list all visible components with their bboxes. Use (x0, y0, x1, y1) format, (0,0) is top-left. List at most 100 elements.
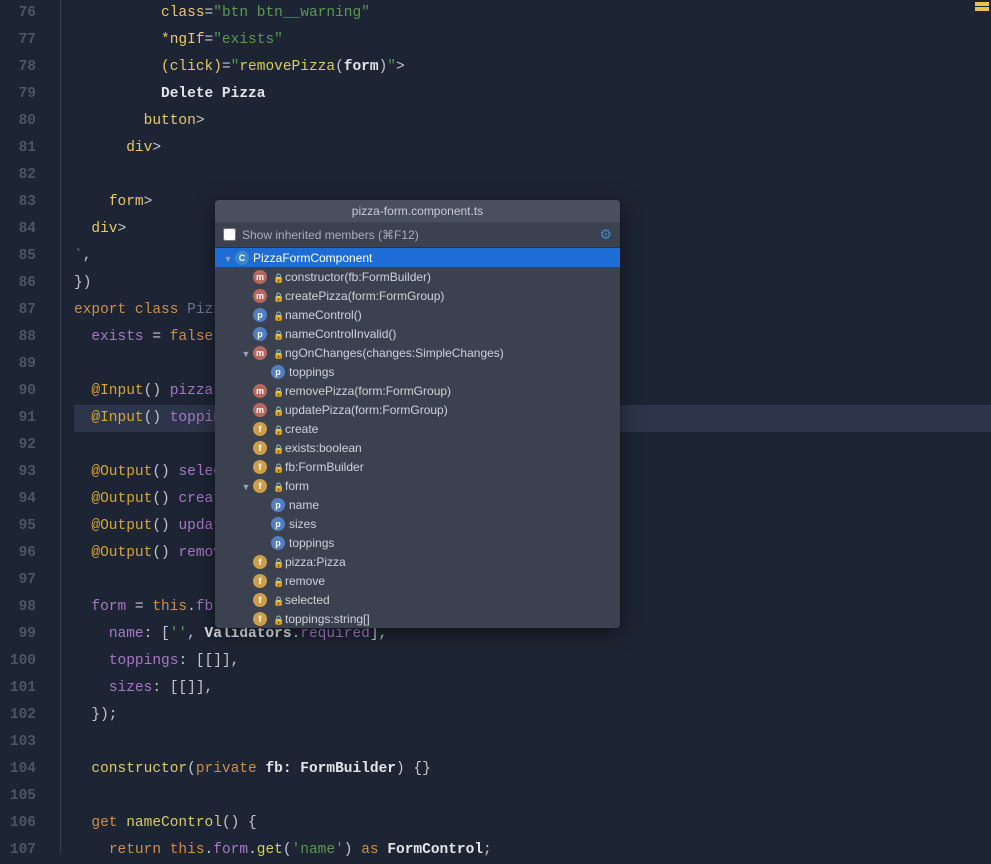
tree-item[interactable]: pname (215, 495, 620, 514)
lock-icon: 🔒 (273, 596, 281, 604)
tree-item[interactable]: psizes (215, 514, 620, 533)
lock-icon: 🔒 (273, 615, 281, 623)
tree-item[interactable]: f🔒exists:boolean (215, 438, 620, 457)
chevron-down-icon[interactable]: ▼ (241, 349, 251, 359)
code-line[interactable]: *ngIf="exists" (74, 27, 991, 54)
prop-icon: p (253, 327, 267, 341)
code-line[interactable] (74, 162, 991, 189)
line-number: 98 (0, 594, 36, 621)
line-number: 96 (0, 540, 36, 567)
method-icon: m (253, 384, 267, 398)
tree-item-label: remove (285, 574, 325, 588)
tree-item[interactable]: f🔒selected (215, 590, 620, 609)
tree-item-label: form (285, 479, 309, 493)
code-line[interactable]: class="btn btn__warning" (74, 0, 991, 27)
tree-item-label: sizes (289, 517, 316, 531)
tree-item-label: name (289, 498, 319, 512)
lock-icon: 🔒 (273, 311, 281, 319)
tree-item[interactable]: m 🔒 removePizza(form:FormGroup) (215, 381, 620, 400)
line-number: 84 (0, 216, 36, 243)
tree-item-label: selected (285, 593, 330, 607)
line-number: 97 (0, 567, 36, 594)
method-icon: m (253, 270, 267, 284)
tree-item[interactable]: ▼CPizzaFormComponent (215, 248, 620, 267)
code-line[interactable]: sizes: [[]], (74, 675, 991, 702)
gear-icon[interactable]: ⚙ (599, 226, 612, 243)
line-number: 92 (0, 432, 36, 459)
tree-item-label: toppings (289, 365, 334, 379)
tree-item-label: toppings (289, 536, 334, 550)
code-line[interactable] (74, 729, 991, 756)
tree-item-label: toppings:string[] (285, 612, 370, 626)
structure-tree[interactable]: ▼CPizzaFormComponentm🔒constructor(fb:For… (215, 248, 620, 628)
lock-icon: 🔒 (273, 482, 281, 490)
line-number: 79 (0, 81, 36, 108)
tree-item[interactable]: m🔒createPizza(form:FormGroup) (215, 286, 620, 305)
line-number: 86 (0, 270, 36, 297)
tree-item[interactable]: ▼f 🔒 form (215, 476, 620, 495)
prop-icon: p (271, 365, 285, 379)
line-number: 82 (0, 162, 36, 189)
popup-toolbar: Show inherited members (⌘F12) ⚙ (215, 222, 620, 248)
line-number: 94 (0, 486, 36, 513)
field-icon: f (253, 479, 267, 493)
code-line[interactable]: get nameControl() { (74, 810, 991, 837)
tree-item[interactable]: ▼m🔒ngOnChanges(changes:SimpleChanges) (215, 343, 620, 362)
code-line[interactable] (74, 783, 991, 810)
chevron-down-icon[interactable]: ▼ (241, 482, 251, 492)
tree-item-label: exists:boolean (285, 441, 362, 455)
line-number: 81 (0, 135, 36, 162)
line-number: 102 (0, 702, 36, 729)
tree-item-label: constructor(fb:FormBuilder) (285, 270, 431, 284)
tree-item[interactable]: f 🔒 create (215, 419, 620, 438)
lock-icon: 🔒 (273, 387, 281, 395)
tree-item[interactable]: p🔒nameControl() (215, 305, 620, 324)
line-number: 107 (0, 837, 36, 864)
line-number: 83 (0, 189, 36, 216)
tree-item[interactable]: f🔒remove (215, 571, 620, 590)
field-icon: f (253, 555, 267, 569)
tree-item[interactable]: f🔒pizza:Pizza (215, 552, 620, 571)
method-icon: m (253, 289, 267, 303)
overview-marker (975, 2, 989, 6)
code-line[interactable]: (click)="removePizza(form)"> (74, 54, 991, 81)
line-number: 105 (0, 783, 36, 810)
code-line[interactable]: Delete Pizza (74, 81, 991, 108)
code-line[interactable]: toppings: [[]], (74, 648, 991, 675)
tree-item[interactable]: p🔒nameControlInvalid() (215, 324, 620, 343)
line-number: 85 (0, 243, 36, 270)
code-line[interactable]: }); (74, 702, 991, 729)
file-structure-popup[interactable]: pizza-form.component.ts Show inherited m… (215, 200, 620, 628)
chevron-down-icon[interactable]: ▼ (223, 254, 233, 264)
field-icon: f (253, 422, 267, 436)
tree-item[interactable]: p toppings (215, 362, 620, 381)
tree-item[interactable]: m🔒updatePizza(form:FormGroup) (215, 400, 620, 419)
tree-item-label: removePizza(form:FormGroup) (285, 384, 451, 398)
tree-item-label: pizza:Pizza (285, 555, 346, 569)
line-number: 99 (0, 621, 36, 648)
tree-item[interactable]: m🔒constructor(fb:FormBuilder) (215, 267, 620, 286)
line-number: 104 (0, 756, 36, 783)
line-number: 88 (0, 324, 36, 351)
lock-icon: 🔒 (273, 349, 281, 357)
field-icon: f (253, 441, 267, 455)
line-number: 87 (0, 297, 36, 324)
code-line[interactable]: return this.form.get('name') as FormCont… (74, 837, 991, 864)
tree-item-label: ngOnChanges(changes:SimpleChanges) (285, 346, 504, 360)
line-number: 76 (0, 0, 36, 27)
tree-item[interactable]: ptoppings (215, 533, 620, 552)
line-number: 91 (0, 405, 36, 432)
popup-title: pizza-form.component.ts (215, 200, 620, 222)
class-icon: C (235, 251, 249, 265)
tree-item[interactable]: f🔒fb:FormBuilder (215, 457, 620, 476)
lock-icon: 🔒 (273, 425, 281, 433)
line-number: 77 (0, 27, 36, 54)
tree-item-label: nameControl() (285, 308, 362, 322)
code-line[interactable]: button> (74, 108, 991, 135)
code-line[interactable]: constructor(private fb: FormBuilder) {} (74, 756, 991, 783)
tree-item[interactable]: f🔒toppings:string[] (215, 609, 620, 628)
tree-item-label: create (285, 422, 318, 436)
prop-icon: p (271, 517, 285, 531)
code-line[interactable]: div> (74, 135, 991, 162)
show-inherited-checkbox[interactable] (223, 228, 236, 241)
